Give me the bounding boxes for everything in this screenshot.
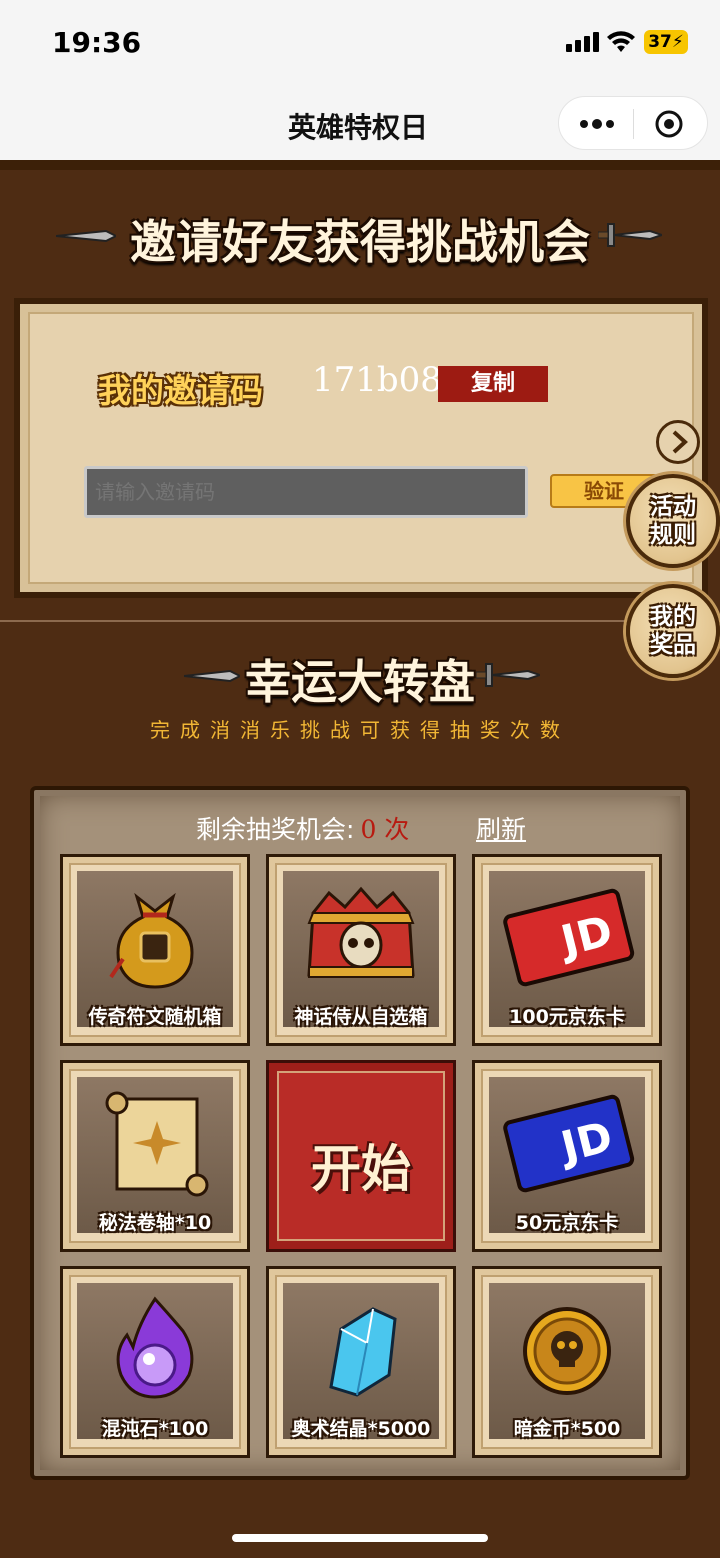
prize-cell: 神话侍从自选箱 [266, 854, 456, 1046]
activity-rules-button[interactable]: 活动规则 [626, 474, 720, 568]
invite-code-value: 171b08 [312, 360, 442, 400]
top-edge [0, 160, 720, 170]
prize-name: 传奇符文随机箱 [88, 1006, 222, 1028]
chaos-stone-icon [116, 1296, 194, 1399]
refresh-link[interactable]: 刷新 [476, 810, 526, 846]
miniapp-capsule [558, 96, 708, 150]
remaining-count: 0 次 [360, 815, 410, 844]
battery-icon: 37⚡ [644, 30, 688, 54]
remaining-chances: 剩余抽奖机会: 0 次 [196, 810, 409, 846]
signal-icon [566, 32, 602, 52]
close-miniapp-icon[interactable] [655, 110, 683, 138]
chevron-right-icon [672, 430, 688, 454]
treasure-bag-icon [109, 892, 194, 989]
sword-right-icon [598, 223, 662, 247]
lottery-heading: 幸运大转盘 [245, 655, 475, 709]
prize-name: 100元京东卡 [509, 1006, 625, 1028]
copy-button[interactable]: 复制 [438, 366, 548, 402]
prize-name: 混沌石*100 [101, 1418, 209, 1440]
lottery-subtitle: 完成消消乐挑战可获得抽奖次数 [150, 718, 570, 742]
scroll-icon [105, 1091, 209, 1197]
lottery-heading-banner: 幸运大转盘 [0, 640, 720, 710]
activity-rules-label: 活动规则 [650, 494, 696, 548]
prize-name: 暗金币*500 [513, 1418, 621, 1440]
start-label: 开始 [311, 1140, 411, 1198]
skull-coin-icon [523, 1307, 611, 1395]
remaining-label: 剩余抽奖机会: [196, 815, 355, 844]
invite-code-label: 我的邀请码 [98, 371, 263, 410]
invite-code-input[interactable] [84, 466, 528, 518]
invite-panel: 我的邀请码 171b08 复制 验证 [14, 298, 708, 598]
prize-cell: JD 100元京东卡 [472, 854, 662, 1046]
section-divider [0, 620, 720, 622]
prize-name: 奥术结晶*5000 [291, 1418, 431, 1440]
next-arrow-button[interactable] [656, 420, 700, 464]
jd-card-blue-icon: JD [503, 1094, 635, 1193]
home-indicator [232, 1534, 488, 1542]
nav-bar: 英雄特权日 [0, 84, 720, 160]
more-icon[interactable] [577, 114, 617, 134]
invite-heading-banner: 邀请好友获得挑战机会 [0, 200, 720, 270]
prize-name: 50元京东卡 [515, 1212, 619, 1234]
prize-cell: 秘法卷轴*10 [60, 1060, 250, 1252]
crystal-icon [329, 1307, 397, 1397]
prize-cell: 传奇符文随机箱 [60, 854, 250, 1046]
capsule-divider [633, 109, 634, 139]
prize-name: 神话侍从自选箱 [294, 1006, 428, 1028]
start-button[interactable]: 开始 [266, 1060, 456, 1252]
status-bar: 19:36 37⚡ [0, 0, 720, 84]
wifi-icon [607, 31, 635, 52]
sword-right-icon [476, 663, 540, 687]
status-time: 19:36 [52, 26, 142, 59]
prize-cell: JD 50元京东卡 [472, 1060, 662, 1252]
lottery-board: 剩余抽奖机会: 0 次 刷新 传奇符文随机箱 神话侍从自选箱 JD 100元京东… [30, 786, 690, 1480]
skull-chest-icon [307, 886, 415, 978]
jd-card-red-icon: JD [503, 888, 635, 987]
prize-cell: 奥术结晶*5000 [266, 1266, 456, 1458]
prize-name: 秘法卷轴*10 [98, 1212, 212, 1234]
prize-cell: 混沌石*100 [60, 1266, 250, 1458]
prize-cell: 暗金币*500 [472, 1266, 662, 1458]
